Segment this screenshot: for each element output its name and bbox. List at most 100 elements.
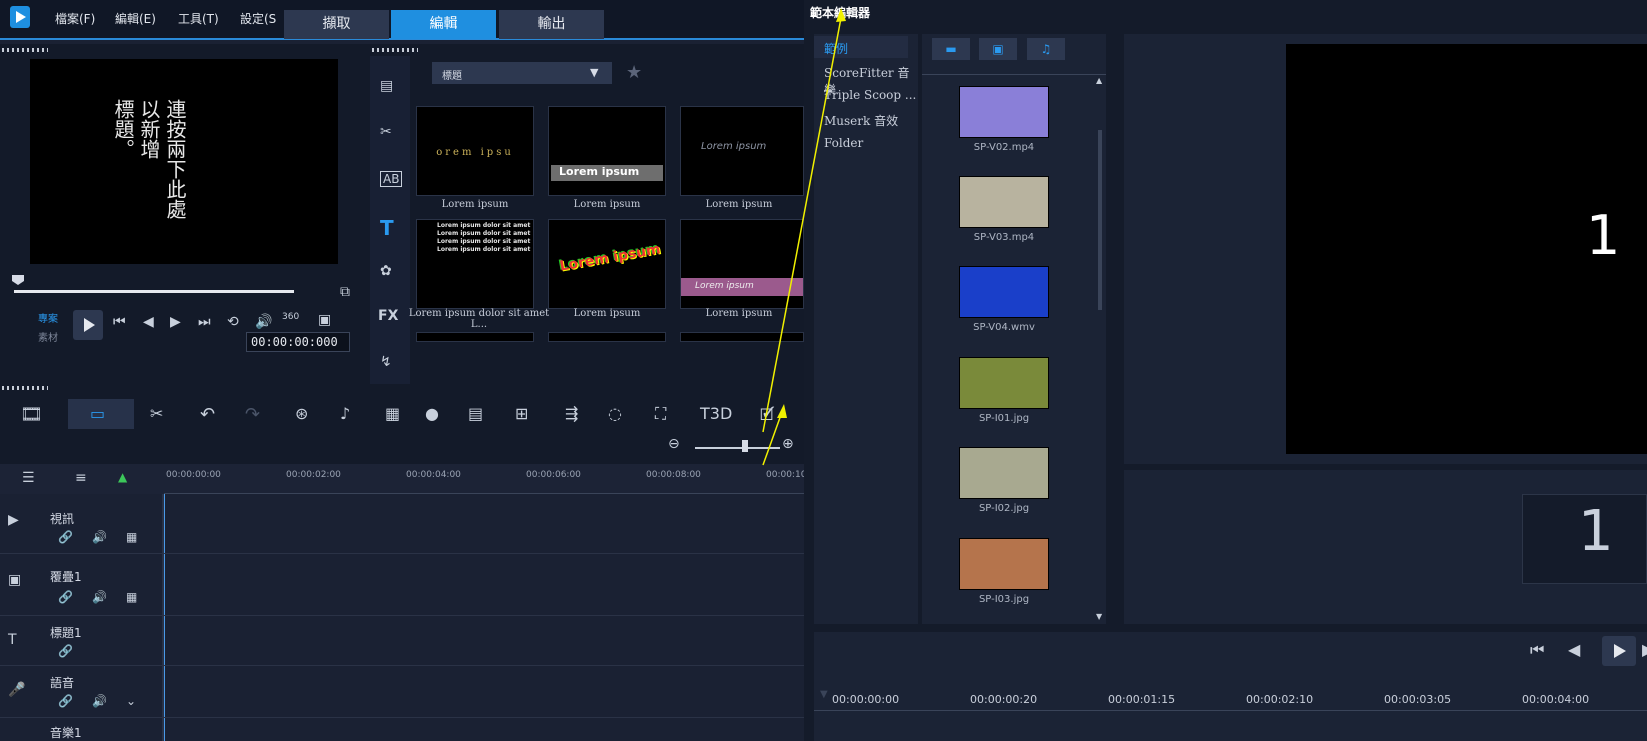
sound-mixer-icon[interactable]: ♪ [340, 404, 350, 423]
record-capture-icon[interactable]: ⊛ [295, 404, 308, 423]
grid-icon[interactable]: ▦ [126, 530, 137, 544]
scrub-bar[interactable] [14, 290, 294, 293]
mask-icon[interactable]: ◌ [608, 404, 622, 423]
title-icon[interactable]: T [380, 216, 394, 240]
play-button[interactable] [1602, 636, 1636, 666]
prev-frame-icon[interactable]: ◀ [1568, 640, 1580, 659]
add-favorite-icon[interactable]: ★ [626, 62, 642, 83]
track-video[interactable]: ▶ 視訊 🔗 🔊 ▦ [0, 494, 804, 554]
track-voice[interactable]: 🎤 語音 🔗 🔊 ⌄ [0, 666, 804, 718]
graphics-icon[interactable]: ✿ [380, 263, 392, 279]
resize-preview-icon[interactable]: ⧉ [340, 284, 350, 300]
undo-icon[interactable]: ↶ [200, 404, 215, 425]
fx-icon[interactable]: FX [378, 308, 398, 324]
pan-zoom-icon[interactable]: ⛶ [655, 404, 666, 424]
library-thumb[interactable]: Lorem ipsum [548, 106, 666, 196]
link-icon[interactable]: 🔗 [58, 590, 73, 604]
menu-tools[interactable]: 工具(T) [178, 10, 219, 27]
tab-capture[interactable]: 擷取 [284, 10, 389, 39]
volume-icon[interactable]: 🔊 [255, 314, 272, 330]
volume-icon[interactable]: 🔊 [92, 590, 107, 604]
timeline-view-button[interactable]: ▭ [68, 399, 134, 429]
library-thumb[interactable]: Lorem ipsum [680, 106, 804, 196]
media-thumb[interactable] [959, 176, 1049, 228]
folder-item[interactable]: Muserk 音效 [824, 112, 898, 129]
library-thumb[interactable]: Lorem ipsum dolor sit amet Lorem ipsum do… [416, 219, 534, 309]
next-frame-icon[interactable]: ▶ [1642, 640, 1647, 659]
library-thumb[interactable] [416, 332, 534, 342]
volume-icon[interactable]: 🔊 [92, 694, 107, 708]
category-dropdown[interactable]: 標題 ▼ [432, 62, 612, 84]
auto-music-icon[interactable]: ▦ [385, 404, 400, 423]
split-screen-icon[interactable]: ⊞ [515, 404, 528, 423]
link-icon[interactable]: 🔗 [58, 530, 73, 544]
audio-filter-icon[interactable]: ♫ [1027, 38, 1065, 60]
storyboard-view-icon[interactable]: 🎞 [20, 404, 43, 425]
prev-frame-icon[interactable]: ◀ [143, 314, 154, 330]
path-icon[interactable]: ↯ [380, 354, 392, 370]
3d-title-icon[interactable]: T3D [700, 404, 732, 423]
volume-icon[interactable]: 🔊 [92, 530, 107, 544]
photo-filter-icon[interactable]: ▣ [979, 38, 1017, 60]
ducking-icon[interactable]: ⌄ [126, 694, 136, 708]
panel-grip[interactable] [2, 386, 48, 390]
template-preview-screen[interactable]: 1 [1286, 44, 1647, 454]
media-thumb[interactable] [959, 538, 1049, 590]
repeat-icon[interactable]: ⟲ [227, 314, 239, 330]
instant-project-icon[interactable]: ✂ [380, 124, 392, 140]
track-preview-card[interactable]: 1 [1522, 494, 1647, 584]
template-editor-icon[interactable]: 🗹 [760, 404, 774, 431]
menu-settings[interactable]: 設定(S [240, 10, 276, 27]
media-thumb[interactable] [959, 266, 1049, 318]
go-start-icon[interactable]: ⏮ [113, 314, 126, 330]
track-manager-icon[interactable]: ☰ [22, 470, 35, 486]
preview-screen[interactable]: 連按兩下此處 以新增 標題。 [30, 59, 338, 264]
library-thumb[interactable]: Lorem ipsum [680, 219, 804, 309]
track-overlay[interactable]: ▣ 覆疊1 🔗 🔊 ▦ [0, 554, 804, 616]
track-title[interactable]: T 標題1 🔗 [0, 616, 804, 666]
grid-icon[interactable]: ▦ [126, 590, 137, 604]
motion-tracking-icon[interactable]: ⇶ [565, 404, 578, 423]
library-thumb[interactable] [680, 332, 804, 342]
library-thumb[interactable]: orem ipsu [416, 106, 534, 196]
menu-edit[interactable]: 編輯(E) [115, 10, 156, 27]
link-icon[interactable]: 🔗 [58, 694, 73, 708]
tools-icon[interactable]: ✂ [150, 404, 163, 423]
go-end-icon[interactable]: ⏭ [198, 314, 211, 330]
editor-ruler[interactable]: ▼ 00:00:00:00 00:00:00:20 00:00:01:15 00… [814, 687, 1647, 711]
media-thumb[interactable] [959, 357, 1049, 409]
timecode-field[interactable]: 00:00:00:000 [246, 332, 350, 352]
library-thumb[interactable] [548, 332, 666, 342]
timeline-ruler[interactable]: 00:00:00:00 00:00:02:00 00:00:04:00 00:0… [164, 464, 806, 494]
media-thumb[interactable] [959, 86, 1049, 138]
menu-file[interactable]: 檔案(F) [55, 10, 95, 27]
media-thumb[interactable] [959, 447, 1049, 499]
library-thumb[interactable]: Lorem ipsum [548, 219, 666, 309]
video-filter-icon[interactable]: ▬ [932, 38, 970, 60]
aspect-icon[interactable]: ▣ [318, 312, 331, 328]
add-chapter-icon[interactable]: ≡ [75, 470, 87, 486]
zoom-slider[interactable] [695, 447, 780, 449]
panel-grip[interactable] [372, 48, 418, 52]
link-icon[interactable]: 🔗 [58, 644, 73, 658]
blend-icon[interactable]: ● [425, 404, 439, 423]
tab-share[interactable]: 輸出 [499, 10, 604, 39]
track-music[interactable]: 音樂1 [0, 718, 804, 741]
transition-icon[interactable]: AB [380, 171, 403, 187]
zoom-in-icon[interactable]: ⊕ [782, 436, 794, 452]
subtitle-icon[interactable]: ▤ [468, 404, 483, 423]
chapter-marker-icon[interactable]: ▲ [118, 470, 127, 484]
folder-item[interactable]: Folder [824, 136, 863, 150]
play-button[interactable] [73, 310, 103, 340]
vr-360-icon[interactable]: 360 [282, 312, 299, 322]
editor-playhead-icon[interactable]: ▼ [820, 689, 828, 700]
zoom-out-icon[interactable]: ⊖ [668, 436, 680, 452]
next-frame-icon[interactable]: ▶ [170, 314, 181, 330]
folder-item[interactable]: 範例 [824, 40, 848, 57]
tab-edit[interactable]: 編輯 [391, 10, 496, 39]
media-icon[interactable]: ▤ [380, 78, 393, 94]
zoom-slider-thumb[interactable] [742, 440, 748, 452]
scrub-handle[interactable] [12, 275, 24, 285]
panel-grip[interactable] [2, 48, 48, 52]
mode-clip[interactable]: 素材 [38, 329, 58, 344]
